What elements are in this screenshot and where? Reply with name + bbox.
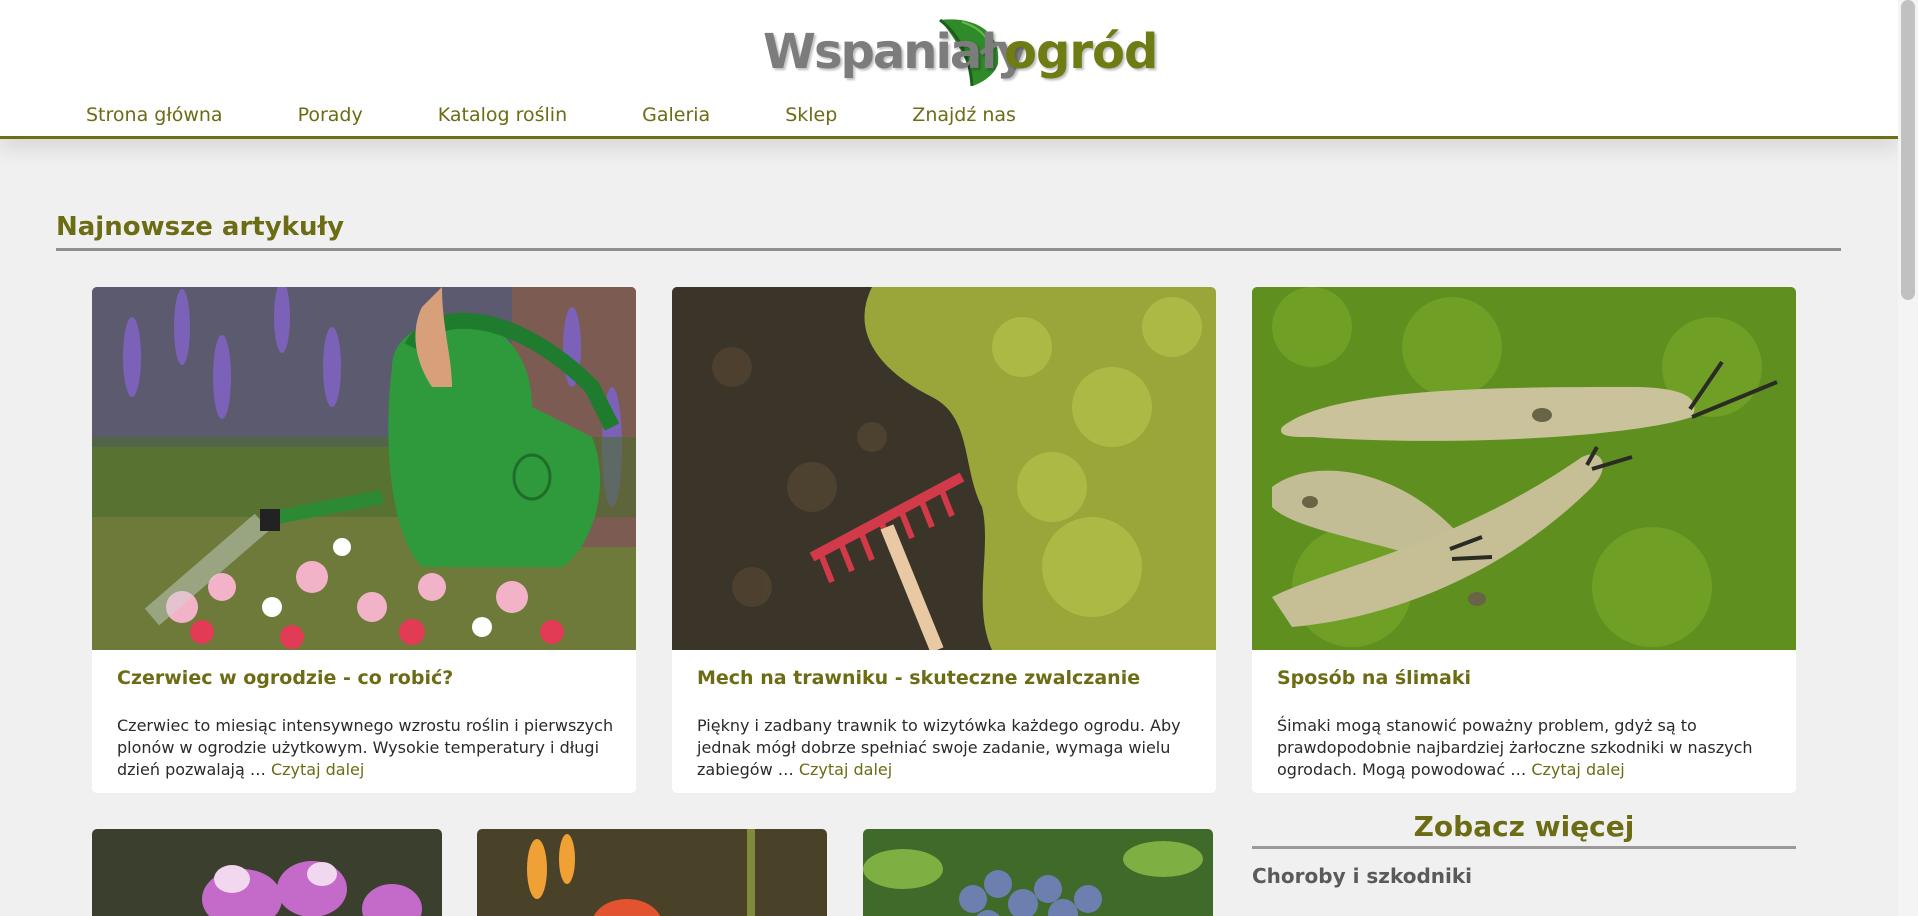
site-header: Wspaniały ogród Strona główna Porady Kat… xyxy=(0,0,1898,139)
read-more-link[interactable]: Czytaj dalej xyxy=(271,760,364,779)
logo-text-secondary: ogród xyxy=(1004,24,1158,80)
article-excerpt: Czerwiec to miesiąc intensywnego wzrostu… xyxy=(117,715,614,781)
section-divider xyxy=(56,248,1841,251)
see-more-divider xyxy=(1252,846,1796,849)
read-more-link[interactable]: Czytaj dalej xyxy=(799,760,892,779)
article-image-watering-can[interactable] xyxy=(92,287,636,650)
article-card[interactable]: Czerwiec w ogrodzie - co robić? Czerwiec… xyxy=(92,287,636,793)
nav-item-find-us[interactable]: Znajdź nas xyxy=(912,104,1016,126)
article-card[interactable]: Mech na trawniku - skuteczne zwalczanie … xyxy=(672,287,1216,793)
excerpt-text: Piękny i zadbany trawnik to wizytówka ka… xyxy=(697,716,1181,779)
article-card[interactable]: Sposób na ślimaki Śimaki mogą stanowić p… xyxy=(1252,287,1796,793)
excerpt-text: Czerwiec to miesiąc intensywnego wzrostu… xyxy=(117,716,614,779)
scrollbar-thumb[interactable] xyxy=(1901,0,1915,300)
article-title[interactable]: Czerwiec w ogrodzie - co robić? xyxy=(117,667,616,689)
article-image-blueberries[interactable] xyxy=(863,829,1213,916)
excerpt-text: Śimaki mogą stanowić poważny problem, gd… xyxy=(1277,716,1753,779)
article-excerpt: Piękny i zadbany trawnik to wizytówka ka… xyxy=(697,715,1194,781)
vertical-scrollbar[interactable] xyxy=(1898,0,1918,916)
main-nav: Strona główna Porady Katalog roślin Gale… xyxy=(86,104,1091,126)
nav-item-plant-catalog[interactable]: Katalog roślin xyxy=(438,104,567,126)
section-title: Najnowsze artykuły xyxy=(56,212,345,242)
article-card[interactable] xyxy=(92,829,442,916)
page: Wspaniały ogród Strona główna Porady Kat… xyxy=(0,0,1918,916)
article-image-slugs[interactable] xyxy=(1252,287,1796,650)
site-logo[interactable]: Wspaniały ogród xyxy=(760,10,1158,90)
nav-item-home[interactable]: Strona główna xyxy=(86,104,223,126)
article-card[interactable] xyxy=(477,829,827,916)
sidebar-category-diseases-pests[interactable]: Choroby i szkodniki xyxy=(1252,864,1472,888)
read-more-link[interactable]: Czytaj dalej xyxy=(1531,760,1624,779)
nav-item-shop[interactable]: Sklep xyxy=(785,104,837,126)
article-excerpt: Śimaki mogą stanowić poważny problem, gd… xyxy=(1277,715,1774,781)
nav-item-tips[interactable]: Porady xyxy=(298,104,363,126)
article-image-lily[interactable] xyxy=(477,829,827,916)
article-image-orchids[interactable] xyxy=(92,829,442,916)
article-card[interactable] xyxy=(863,829,1213,916)
article-image-moss-rake[interactable] xyxy=(672,287,1216,650)
article-title[interactable]: Mech na trawniku - skuteczne zwalczanie xyxy=(697,667,1196,689)
article-title[interactable]: Sposób na ślimaki xyxy=(1277,667,1776,689)
logo-text-primary: Wspaniały xyxy=(763,24,1027,80)
nav-item-gallery[interactable]: Galeria xyxy=(642,104,710,126)
see-more-heading: Zobacz więcej xyxy=(1413,810,1635,843)
